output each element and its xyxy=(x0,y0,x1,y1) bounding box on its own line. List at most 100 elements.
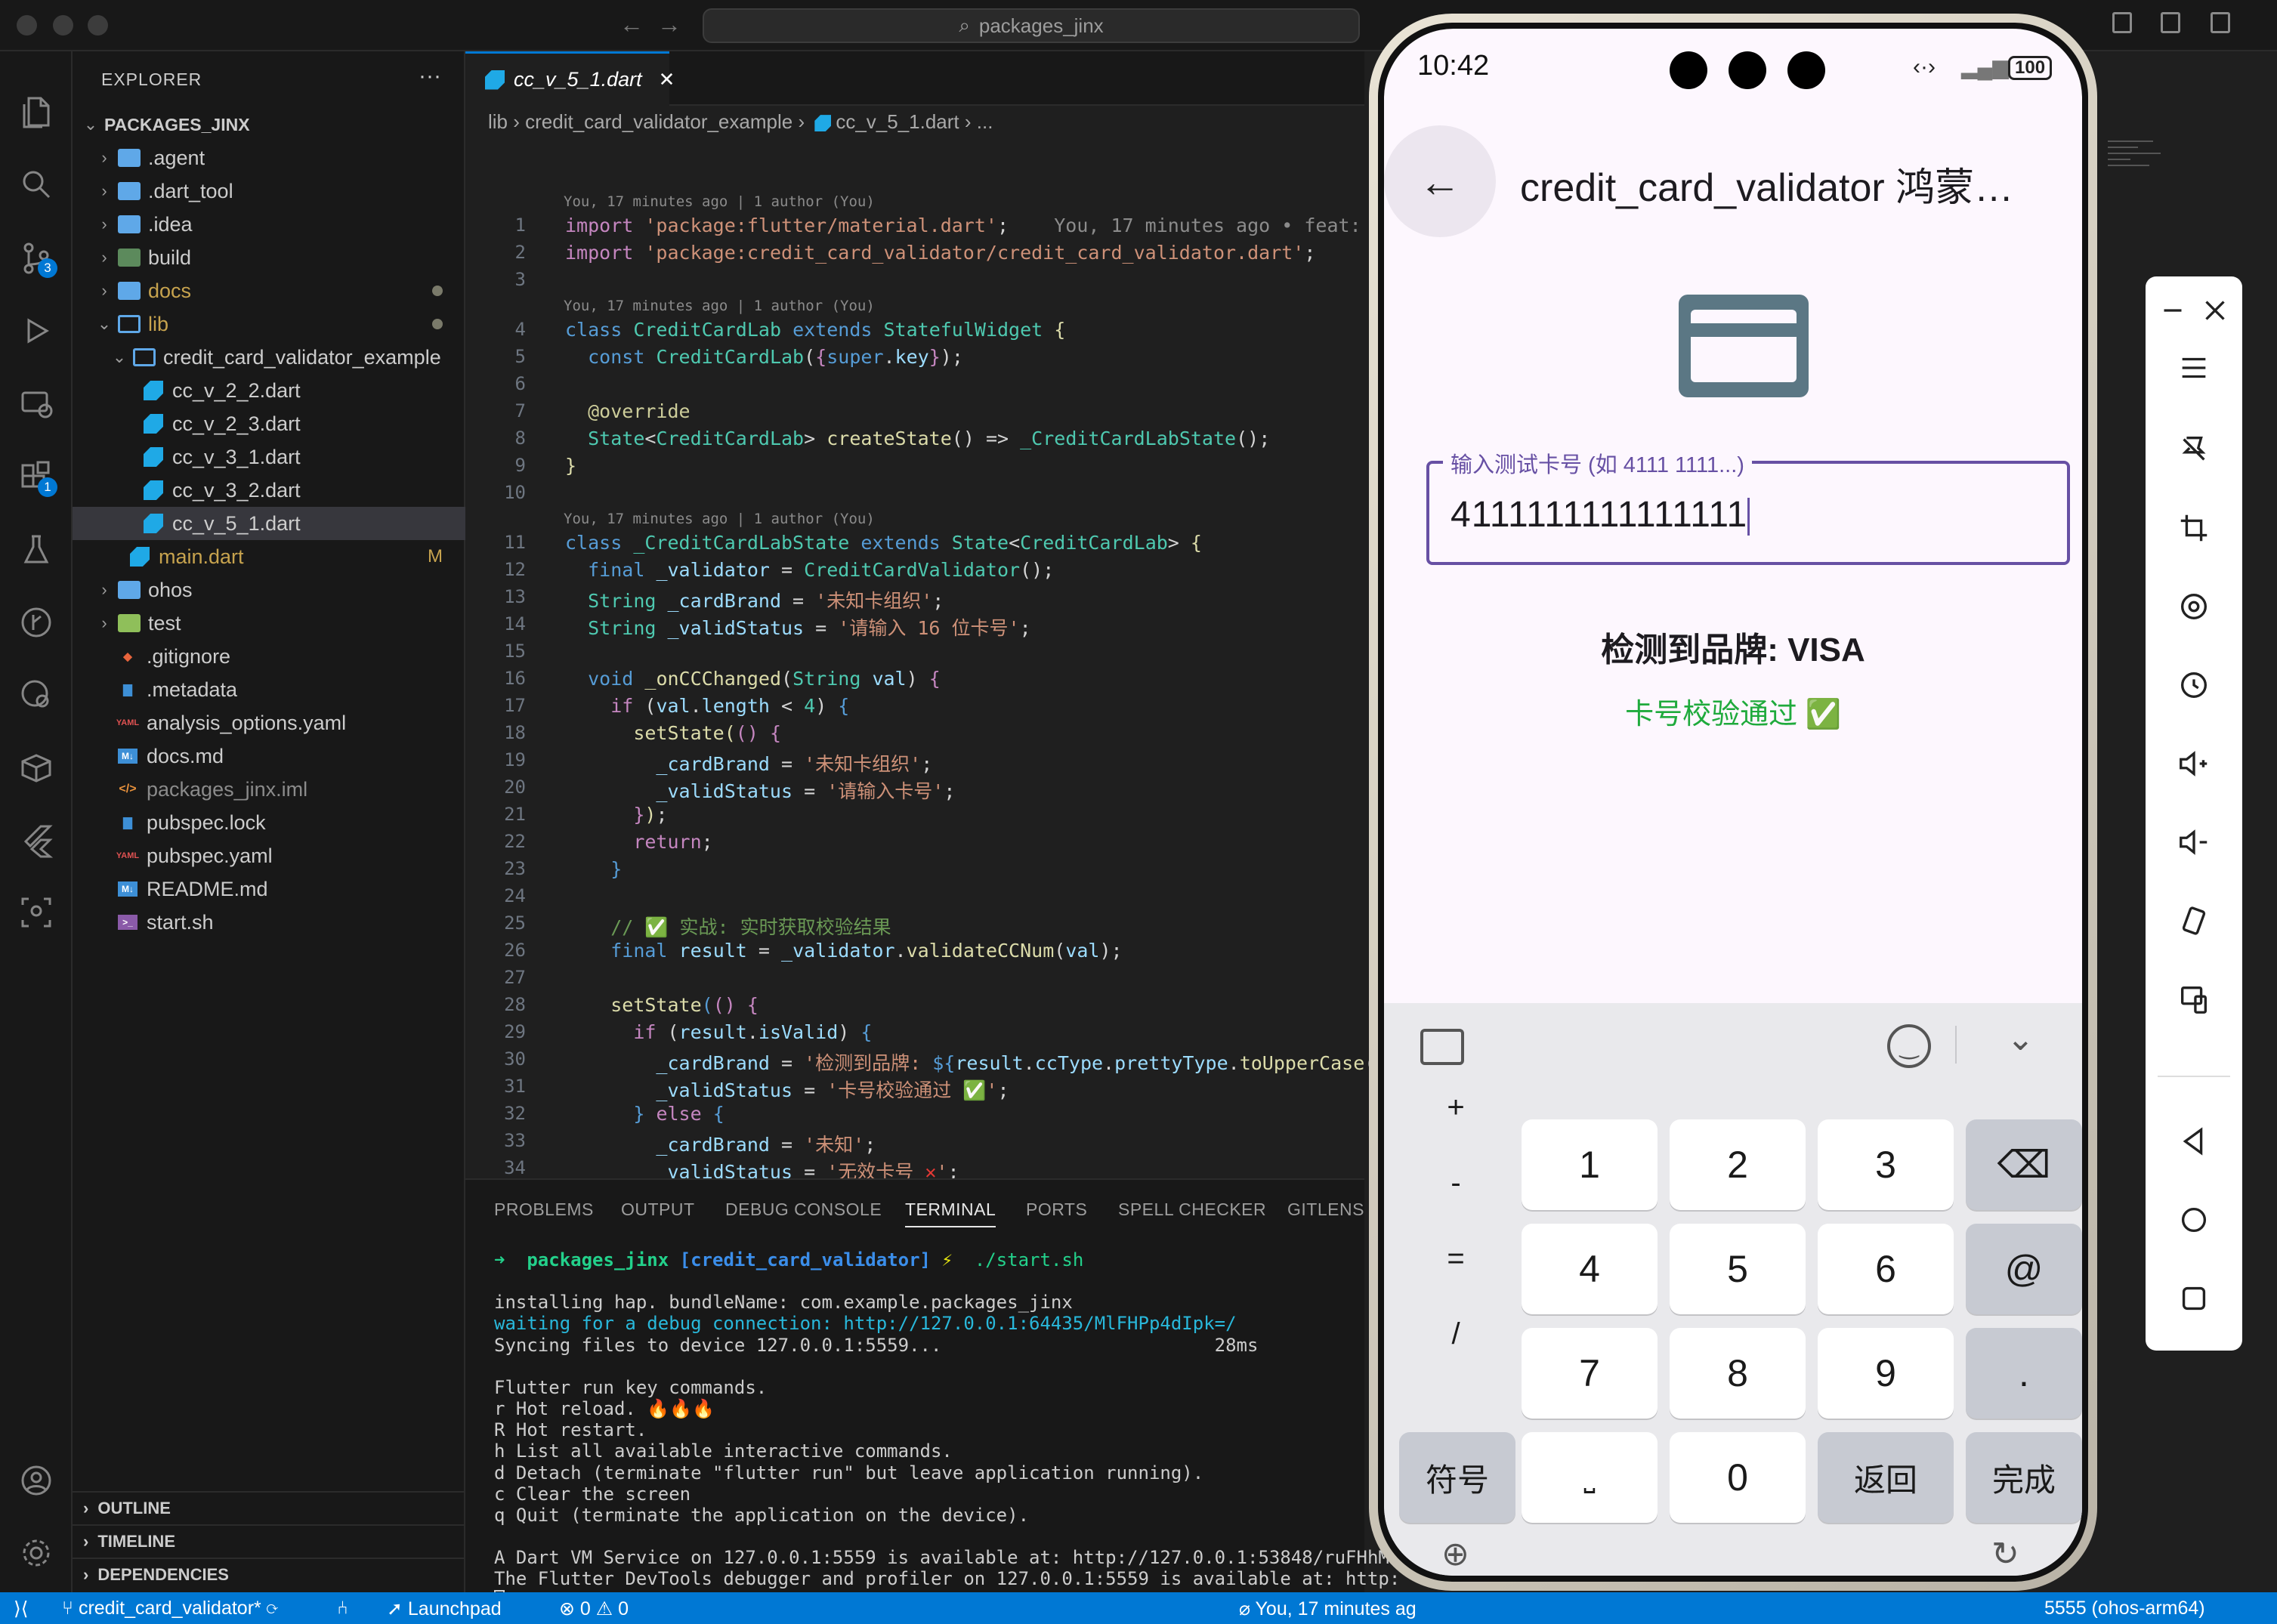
tab-terminal[interactable]: TERMINAL xyxy=(905,1199,996,1227)
tree-file[interactable]: main.dart M xyxy=(73,540,465,573)
key-minus[interactable]: - xyxy=(1399,1166,1512,1200)
tree-folder[interactable]: ⌄ lib xyxy=(73,307,465,341)
command-center-search[interactable]: ⌕ packages_jinx xyxy=(703,8,1360,43)
extensions-icon[interactable]: 1 xyxy=(14,455,59,500)
handwriting-icon[interactable]: ↻ xyxy=(1991,1535,2019,1573)
key-5[interactable]: 5 xyxy=(1670,1224,1806,1314)
key-4[interactable]: 4 xyxy=(1522,1224,1658,1314)
chevron-down-icon[interactable]: ⌄ xyxy=(2007,1020,2034,1058)
remote-explorer-icon[interactable] xyxy=(14,381,59,426)
emoji-icon[interactable]: ‿ xyxy=(1887,1024,1931,1068)
globe-icon[interactable]: ⊕ xyxy=(1441,1535,1469,1573)
key-3[interactable]: 3 xyxy=(1818,1119,1954,1210)
workspace-root[interactable]: ⌄ PACKAGES_JINX xyxy=(73,108,465,141)
breadcrumb-item[interactable]: cc_v_5_1.dart xyxy=(836,110,959,133)
breadcrumb-item[interactable]: lib xyxy=(488,110,508,133)
tree-file[interactable]: cc_v_3_1.dart xyxy=(73,440,465,474)
containers-icon[interactable] xyxy=(14,745,59,790)
key-7[interactable]: 7 xyxy=(1522,1328,1658,1419)
keyboard-settings-icon[interactable] xyxy=(1420,1029,1464,1065)
key-equals[interactable]: = xyxy=(1399,1242,1512,1276)
tree-file[interactable]: M↓ README.md xyxy=(73,872,465,906)
layout-icon[interactable] xyxy=(2112,12,2132,33)
git-graph-icon[interactable]: ⑃ xyxy=(337,1598,348,1619)
return-key[interactable]: 返回 xyxy=(1818,1432,1954,1523)
card-number-field[interactable]: 输入测试卡号 (如 4111 1111...) 4111111111111111 xyxy=(1426,447,2070,565)
pin-off-icon[interactable] xyxy=(2164,423,2224,476)
tree-file[interactable]: cc_v_2_3.dart xyxy=(73,407,465,440)
terminal-output[interactable]: installing hap. bundleName: com.example.… xyxy=(494,1270,1400,1624)
symbols-key[interactable]: 符号 xyxy=(1399,1432,1515,1523)
dependencies-section[interactable]: › DEPENDENCIES xyxy=(73,1558,465,1591)
tree-folder[interactable]: ⌄ credit_card_validator_example xyxy=(73,341,465,374)
blame-indicator[interactable]: ⌀ You, 17 minutes ag xyxy=(1239,1598,1417,1620)
key-dot[interactable]: . xyxy=(1966,1328,2082,1419)
tree-file[interactable]: cc_v_3_2.dart xyxy=(73,474,465,507)
tree-folder[interactable]: › .dart_tool xyxy=(73,174,465,208)
codelens-blame[interactable]: You, 17 minutes ago | 1 author (You) xyxy=(564,511,875,527)
multi-device-icon[interactable] xyxy=(2164,973,2224,1026)
forward-arrow-icon[interactable]: → xyxy=(657,11,681,39)
scan-icon[interactable] xyxy=(14,890,59,935)
tree-file[interactable]: cc_v_2_2.dart xyxy=(73,374,465,407)
customize-layout-icon[interactable] xyxy=(2211,12,2230,33)
nav-back-icon[interactable] xyxy=(2164,1115,2224,1168)
tab-spell-checker[interactable]: SPELL CHECKER xyxy=(1118,1199,1266,1220)
screen-record-icon[interactable] xyxy=(2164,580,2224,633)
flutter-icon[interactable] xyxy=(14,817,59,863)
gitlens-inspect-icon[interactable] xyxy=(14,672,59,718)
codelens-blame[interactable]: You, 17 minutes ago | 1 author (You) xyxy=(564,193,875,210)
tree-folder[interactable]: › ohos xyxy=(73,573,465,607)
key-at[interactable]: @ xyxy=(1966,1224,2082,1314)
back-button[interactable]: ← xyxy=(1384,125,1496,237)
outline-section[interactable]: › OUTLINE xyxy=(73,1491,465,1524)
remote-icon[interactable]: ⟩⟨ xyxy=(14,1598,29,1620)
search-icon[interactable] xyxy=(14,162,59,207)
tree-file[interactable]: >_ start.sh xyxy=(73,906,465,939)
rotate-device-icon[interactable] xyxy=(2164,894,2224,947)
zoom-window-button[interactable] xyxy=(88,15,108,36)
breadcrumb-item[interactable]: credit_card_validator_example xyxy=(525,110,792,133)
key-8[interactable]: 8 xyxy=(1670,1328,1806,1419)
key-9[interactable]: 9 xyxy=(1818,1328,1954,1419)
nav-home-icon[interactable] xyxy=(2164,1193,2224,1246)
tree-folder[interactable]: › test xyxy=(73,607,465,640)
close-tab-icon[interactable]: ✕ xyxy=(659,68,675,91)
breadcrumb-item[interactable]: ... xyxy=(977,110,993,133)
testing-icon[interactable] xyxy=(14,527,59,573)
run-debug-icon[interactable] xyxy=(14,308,59,354)
account-icon[interactable] xyxy=(14,1458,59,1503)
tree-file[interactable]: YAML analysis_options.yaml xyxy=(73,706,465,739)
close-window-button[interactable] xyxy=(17,15,37,36)
key-slash[interactable]: / xyxy=(1399,1317,1512,1351)
gitlens-icon[interactable] xyxy=(14,600,59,645)
tree-folder[interactable]: › build xyxy=(73,241,465,274)
key-1[interactable]: 1 xyxy=(1522,1119,1658,1210)
tree-file[interactable]: ▇ .metadata xyxy=(73,673,465,706)
back-arrow-icon[interactable]: ← xyxy=(619,11,644,39)
tab-ports[interactable]: PORTS xyxy=(1026,1199,1087,1220)
tab-gitlens[interactable]: GITLENS xyxy=(1287,1199,1364,1220)
tree-file[interactable]: </> packages_jinx.iml xyxy=(73,773,465,806)
tree-folder[interactable]: › .idea xyxy=(73,208,465,241)
tree-folder[interactable]: › .agent xyxy=(73,141,465,174)
minimize-icon[interactable] xyxy=(2152,284,2194,337)
explorer-icon[interactable] xyxy=(14,89,59,134)
problems-indicator[interactable]: ⊗ 0 ⚠ 0 xyxy=(559,1598,629,1620)
source-control-icon[interactable]: 3 xyxy=(14,236,59,281)
tab-problems[interactable]: PROBLEMS xyxy=(494,1199,594,1220)
volume-up-icon[interactable] xyxy=(2164,737,2224,790)
tree-file[interactable]: YAML pubspec.yaml xyxy=(73,839,465,872)
crop-icon[interactable] xyxy=(2164,502,2224,554)
launchpad-item[interactable]: ➚ Launchpad xyxy=(387,1598,502,1620)
device-indicator[interactable]: 5555 (ohos-arm64) xyxy=(2044,1598,2205,1619)
voice-space-key[interactable]: ⎵ xyxy=(1522,1432,1658,1523)
nav-recents-icon[interactable] xyxy=(2164,1272,2224,1325)
manage-gear-icon[interactable] xyxy=(14,1530,59,1576)
tree-file[interactable]: ▇ pubspec.lock xyxy=(73,806,465,839)
timeline-section[interactable]: › TIMELINE xyxy=(73,1524,465,1558)
more-actions-icon[interactable]: ··· xyxy=(419,63,441,89)
key-plus[interactable]: + xyxy=(1399,1091,1512,1125)
codelens-blame[interactable]: You, 17 minutes ago | 1 author (You) xyxy=(564,298,875,314)
minimize-window-button[interactable] xyxy=(53,15,73,36)
